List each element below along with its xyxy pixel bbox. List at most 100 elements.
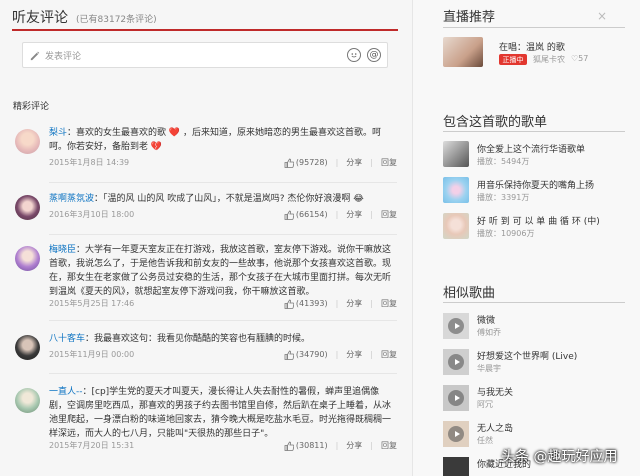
- comment-count: (已有83172条评论): [76, 15, 157, 25]
- reply-link[interactable]: 回复: [381, 209, 397, 220]
- thumbs-up-icon[interactable]: [284, 441, 294, 451]
- like-count[interactable]: (34790): [296, 350, 328, 359]
- playlists-section-title: 包含这首歌的歌单: [443, 115, 548, 130]
- close-icon[interactable]: ×: [597, 9, 607, 23]
- comment-meta: 2015年11月9日 00:00 (34790) | 分享 | 回复: [49, 349, 397, 360]
- live-title[interactable]: 在唱：温岚 的歌: [499, 40, 565, 53]
- share-link[interactable]: 分享: [346, 440, 362, 451]
- comment-item: 一直人--：[cp]学生党的夏天才叫夏天，漫长得让人失去耐性的暑假，蝉声里追偶像…: [12, 385, 398, 455]
- comment-meta: 2016年3月10日 18:00 (66154) | 分享 | 回复: [49, 209, 397, 220]
- comment-username[interactable]: 蒸啊蒸氛波: [49, 194, 94, 204]
- comment-text: ：喜欢的女生最喜欢的歌 ❤️ ，后来知道，原来她暗恋的男生最喜欢这首歌。呵呵。你…: [49, 128, 381, 152]
- comment-date: 2015年7月20日 15:31: [49, 441, 135, 450]
- share-link[interactable]: 分享: [346, 298, 362, 309]
- comment-text: ：「温的风 山的风 吹成了山风」，不就是温岚吗? 杰伦你好浪漫啊 😂: [94, 194, 364, 204]
- song-artist[interactable]: 傅如乔: [477, 327, 501, 338]
- like-count[interactable]: (95728): [296, 158, 328, 167]
- play-icon[interactable]: [448, 318, 464, 334]
- section-rule: [443, 27, 625, 28]
- comment-username[interactable]: 一直人--: [49, 387, 83, 397]
- playlist-plays: 播放：3391万: [477, 193, 530, 202]
- playlist-plays: 播放：5494万: [477, 157, 530, 166]
- comment-username[interactable]: 梅晓臣: [49, 245, 76, 255]
- thumbs-up-icon[interactable]: [284, 350, 294, 360]
- playlist-name[interactable]: 用音乐保持你夏天的嘴角上扬: [477, 178, 594, 191]
- like-count[interactable]: (30811): [296, 441, 328, 450]
- playlist-name[interactable]: 好 听 到 可 以 单 曲 循 环 (中): [477, 214, 600, 227]
- sidebar: 直播推荐 × 在唱：温岚 的歌 正播中 狐尾卡农 ♡57 包含这首歌的歌单 你全…: [413, 0, 640, 476]
- similar-song-item[interactable]: 与我无关 阿冗: [443, 385, 625, 415]
- thumbs-up-icon[interactable]: [284, 299, 294, 309]
- song-cover: [443, 457, 469, 476]
- avatar[interactable]: [15, 129, 40, 154]
- avatar[interactable]: [15, 388, 40, 413]
- divider: [49, 182, 397, 183]
- playlist-plays: 播放：10906万: [477, 229, 535, 238]
- thumbs-up-icon[interactable]: [284, 210, 294, 220]
- share-link[interactable]: 分享: [346, 157, 362, 168]
- playlist-item[interactable]: 用音乐保持你夏天的嘴角上扬 播放：3391万: [443, 177, 625, 205]
- comment-item: 梨斗：喜欢的女生最喜欢的歌 ❤️ ，后来知道，原来她暗恋的男生最喜欢这首歌。呵呵…: [12, 126, 398, 178]
- like-count[interactable]: (66154): [296, 210, 328, 219]
- song-name[interactable]: 与我无关: [477, 385, 513, 398]
- reply-link[interactable]: 回复: [381, 298, 397, 309]
- comment-meta: 2015年5月25日 17:46 (41393) | 分享 | 回复: [49, 298, 397, 309]
- divider: [49, 320, 397, 321]
- thumbs-up-icon[interactable]: [284, 158, 294, 168]
- live-section-title: 直播推荐: [443, 10, 496, 25]
- live-thumbnail[interactable]: [443, 37, 483, 67]
- playlist-cover[interactable]: [443, 177, 469, 203]
- playlist-item[interactable]: 好 听 到 可 以 单 曲 循 环 (中) 播放：10906万: [443, 213, 625, 241]
- play-icon[interactable]: [448, 426, 464, 442]
- comment-date: 2015年5月25日 17:46: [49, 299, 135, 308]
- comment-meta: 2015年1月8日 14:39 (95728) | 分享 | 回复: [49, 157, 397, 168]
- playlist-item[interactable]: 你全爱上这个流行华语歌单 播放：5494万: [443, 141, 625, 169]
- song-name[interactable]: 无人之岛: [477, 421, 513, 434]
- section-rule: [443, 131, 625, 132]
- pencil-icon: [29, 49, 41, 61]
- song-name[interactable]: 微微: [477, 313, 495, 326]
- similar-song-item[interactable]: 微微 傅如乔: [443, 313, 625, 343]
- song-name[interactable]: 好想爱这个世界啊 (Live): [477, 349, 577, 362]
- mention-icon[interactable]: @: [367, 48, 381, 62]
- reply-link[interactable]: 回复: [381, 157, 397, 168]
- playlist-name[interactable]: 你全爱上这个流行华语歌单: [477, 142, 585, 155]
- featured-comments-title: 精彩评论: [13, 102, 50, 112]
- playlist-cover[interactable]: [443, 141, 469, 167]
- play-icon[interactable]: [448, 354, 464, 370]
- comment-item: 梅晓臣：大学有一年夏天室友正在打游戏，我放这首歌，室友停下游戏。说你干嘛放这首歌…: [12, 243, 398, 313]
- song-artist[interactable]: 阿冗: [477, 399, 493, 410]
- comment-item: 八十客车：我最喜欢这句：我看见你酷酷的笑容也有腼腆的时候。 2015年11月9日…: [12, 332, 398, 370]
- reply-link[interactable]: 回复: [381, 440, 397, 451]
- emoji-icon[interactable]: [347, 48, 361, 62]
- similar-section-title: 相似歌曲: [443, 286, 496, 301]
- share-link[interactable]: 分享: [346, 209, 362, 220]
- comment-date: 2015年11月9日 00:00: [49, 350, 135, 359]
- header-accent-line: [12, 29, 398, 31]
- comment-input[interactable]: 发表评论 @: [22, 42, 388, 68]
- comment-username[interactable]: 梨斗: [49, 128, 67, 138]
- avatar[interactable]: [15, 246, 40, 271]
- comment-text: ：[cp]学生党的夏天才叫夏天，漫长得让人失去耐性的暑假，蝉声里追偶像剧，空调房…: [49, 387, 392, 439]
- comment-input-placeholder: 发表评论: [45, 51, 82, 62]
- comment-item: 蒸啊蒸氛波：「温的风 山的风 吹成了山风」，不就是温岚吗? 杰伦你好浪漫啊 😂 …: [12, 192, 398, 230]
- section-rule: [443, 302, 625, 303]
- comment-date: 2015年1月8日 14:39: [49, 158, 130, 167]
- avatar[interactable]: [15, 335, 40, 360]
- like-count[interactable]: (41393): [296, 299, 328, 308]
- play-icon[interactable]: [448, 390, 464, 406]
- similar-song-item[interactable]: 好想爱这个世界啊 (Live) 华晨宇: [443, 349, 625, 379]
- song-artist[interactable]: 华晨宇: [477, 363, 501, 374]
- song-artist[interactable]: 任然: [477, 435, 493, 446]
- watermark-text: 头条 @趣玩好应用: [501, 449, 618, 465]
- avatar[interactable]: [15, 195, 40, 220]
- live-host[interactable]: 狐尾卡农: [533, 54, 565, 65]
- comment-username[interactable]: 八十客车: [49, 334, 85, 344]
- comment-text: ：我最喜欢这句：我看见你酷酷的笑容也有腼腆的时候。: [85, 334, 311, 344]
- comments-header: 听友评论 (已有83172条评论): [12, 7, 157, 27]
- playlist-cover[interactable]: [443, 213, 469, 239]
- live-badge: 正播中: [499, 54, 527, 65]
- divider: [49, 373, 397, 374]
- share-link[interactable]: 分享: [346, 349, 362, 360]
- reply-link[interactable]: 回复: [381, 349, 397, 360]
